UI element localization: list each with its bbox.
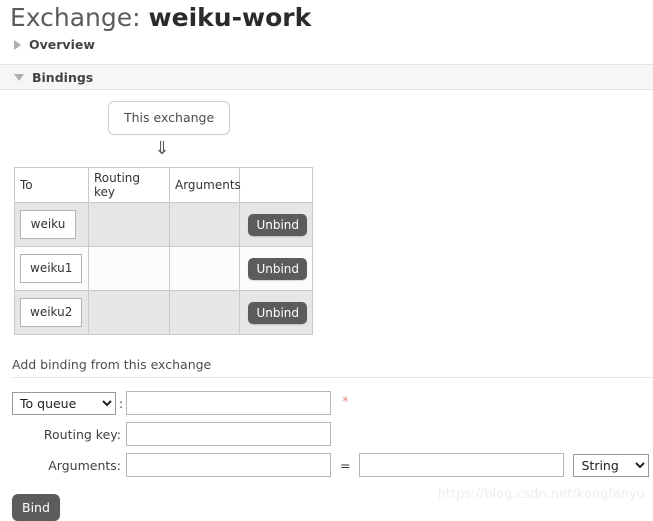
form-row-arguments: Arguments: = String Number Boolean List bbox=[12, 453, 653, 477]
destination-type-select[interactable]: To queue To exchange bbox=[12, 391, 116, 415]
bind-button-row: Bind bbox=[0, 484, 653, 521]
cell-to: weiku bbox=[14, 202, 89, 247]
destination-input[interactable] bbox=[126, 391, 331, 415]
queue-link[interactable]: weiku1 bbox=[20, 254, 83, 283]
queue-link[interactable]: weiku bbox=[20, 210, 76, 239]
cell-routing-key bbox=[88, 246, 170, 291]
bindings-arrow-row: ⇓ bbox=[0, 135, 653, 163]
page-title: Exchange: weiku-work bbox=[0, 0, 653, 32]
bindings-section-body: This exchange ⇓ To Routing key Arguments… bbox=[0, 90, 653, 335]
triangle-right-icon[interactable] bbox=[14, 39, 21, 50]
unbind-button[interactable]: Unbind bbox=[248, 257, 307, 280]
column-header-routing-key: Routing key bbox=[88, 167, 170, 203]
unbind-button[interactable]: Unbind bbox=[248, 213, 307, 236]
cell-action: Unbind bbox=[239, 202, 313, 247]
required-asterisk-icon: * bbox=[342, 395, 349, 410]
argument-type-select[interactable]: String Number Boolean List bbox=[573, 453, 650, 477]
bindings-table: To Routing key Arguments weiku Unbind we… bbox=[14, 167, 313, 335]
double-down-arrow-icon: ⇓ bbox=[154, 138, 170, 159]
routing-key-input[interactable] bbox=[126, 422, 331, 446]
triangle-down-icon[interactable] bbox=[14, 73, 24, 81]
form-row-destination: To queue To exchange : * bbox=[12, 391, 653, 415]
column-header-to: To bbox=[14, 167, 89, 203]
cell-to: weiku1 bbox=[14, 246, 89, 291]
section-label-bindings: Bindings bbox=[32, 69, 94, 85]
cell-routing-key bbox=[88, 202, 170, 247]
cell-arguments bbox=[169, 246, 240, 291]
cell-arguments bbox=[169, 290, 240, 335]
form-row-routing-key: Routing key: bbox=[12, 422, 653, 446]
add-binding-form: To queue To exchange : * Routing key: Ar… bbox=[0, 378, 653, 477]
column-header-actions bbox=[239, 167, 313, 203]
this-exchange-node: This exchange bbox=[108, 101, 231, 135]
queue-link[interactable]: weiku2 bbox=[20, 298, 83, 327]
cell-to: weiku2 bbox=[14, 290, 89, 335]
argument-key-input[interactable] bbox=[126, 453, 331, 477]
bindings-table-wrapper: To Routing key Arguments weiku Unbind we… bbox=[0, 163, 653, 335]
table-header-row: To Routing key Arguments bbox=[14, 167, 313, 203]
table-row: weiku Unbind bbox=[14, 202, 313, 247]
page-title-exchange-name: weiku-work bbox=[148, 3, 312, 32]
bind-button[interactable]: Bind bbox=[12, 494, 60, 521]
column-header-arguments: Arguments bbox=[169, 167, 241, 203]
cell-action: Unbind bbox=[239, 290, 313, 335]
equals-sign: = bbox=[340, 457, 351, 473]
add-binding-section: Add binding from this exchange To queue … bbox=[0, 335, 653, 521]
table-row: weiku1 Unbind bbox=[14, 246, 313, 291]
routing-key-label: Routing key: bbox=[43, 426, 121, 442]
section-label-overview: Overview bbox=[29, 37, 95, 52]
page-title-prefix: Exchange: bbox=[10, 3, 141, 32]
bindings-diagram: This exchange bbox=[0, 101, 653, 135]
argument-value-input[interactable] bbox=[359, 453, 565, 477]
cell-action: Unbind bbox=[239, 246, 313, 291]
cell-arguments bbox=[169, 202, 240, 247]
arguments-label: Arguments: bbox=[48, 457, 121, 473]
argument-type-cell: String Number Boolean List bbox=[564, 453, 650, 477]
unbind-button[interactable]: Unbind bbox=[248, 301, 307, 324]
cell-routing-key bbox=[88, 290, 170, 335]
table-row: weiku2 Unbind bbox=[14, 290, 313, 335]
add-binding-heading: Add binding from this exchange bbox=[12, 357, 212, 372]
destination-type-cell: To queue To exchange : bbox=[12, 391, 126, 415]
section-header-overview[interactable]: Overview bbox=[0, 34, 653, 55]
destination-colon: : bbox=[119, 395, 124, 411]
section-header-bindings[interactable]: Bindings bbox=[0, 64, 653, 90]
